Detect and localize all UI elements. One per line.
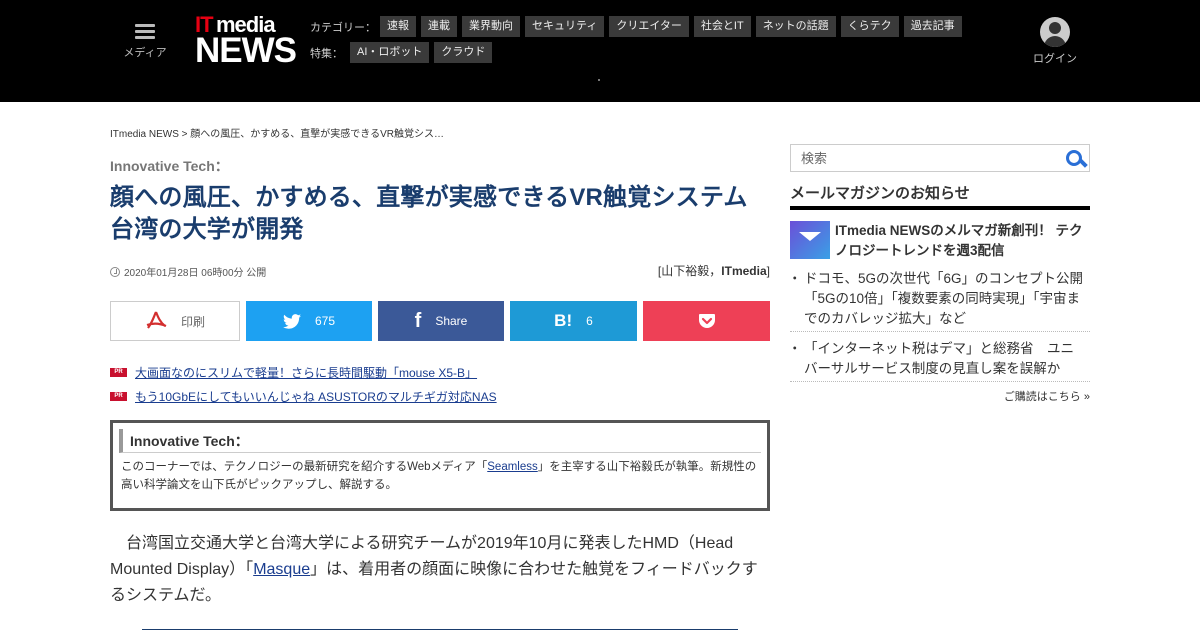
list-item[interactable]: 「インターネット税はデマ」と総務省 ユニバーサルサービス制度の見直し案を誤解か — [788, 337, 1090, 382]
nav-tag-society[interactable]: 社会とIT — [693, 16, 751, 37]
print-button[interactable]: 印刷 — [110, 301, 240, 341]
pdf-icon — [146, 311, 167, 329]
hatena-bookmark-icon: B! — [554, 311, 573, 330]
search-icon[interactable] — [1061, 145, 1087, 171]
pocket-icon — [698, 314, 715, 328]
newsletter-heading: メールマガジンのお知らせ — [790, 182, 1090, 210]
category-label: カテゴリー： — [310, 20, 376, 34]
header-dot — [598, 79, 600, 81]
clock-icon — [110, 266, 120, 277]
nav-tag-rensai[interactable]: 連載 — [421, 16, 457, 37]
series-label[interactable]: Innovative Tech： — [110, 156, 229, 176]
search-input[interactable] — [791, 145, 1061, 171]
corner-heading: Innovative Tech： — [119, 429, 761, 453]
pr-item: PR 大画面なのにスリムで軽量！さらに長時間駆動「mouse X5-B」 — [110, 360, 497, 384]
article-title: 顔への風圧、かすめる、直撃が実感できるVR触覚システム 台湾の大学が開発 — [110, 184, 772, 243]
hamburger-icon — [135, 22, 155, 40]
pr-badge: PR — [110, 391, 127, 401]
feature-label: 特集： — [310, 46, 343, 60]
share-buttons: 印刷 675 f Share B! 6 — [110, 301, 770, 341]
list-item[interactable]: ドコモ、5Gの次世代「6G」のコンセプト公開 「5Gの10倍」「複数要素の同時実… — [788, 267, 1097, 332]
pocket-button[interactable] — [643, 301, 770, 341]
user-avatar-icon — [1040, 17, 1070, 47]
category-nav: カテゴリー： 速報 連載 業界動向 セキュリティ クリエイター 社会とIT ネッ… — [310, 16, 967, 37]
newsletter-news-list: ドコモ、5Gの次世代「6G」のコンセプト公開 「5Gの10倍」「複数要素の同時実… — [788, 267, 1097, 387]
nav-tag-industry[interactable]: 業界動向 — [462, 16, 520, 37]
feature-nav: 特集： AI・ロボット クラウド — [310, 42, 497, 63]
nav-tag-ai-robot[interactable]: AI・ロボット — [350, 42, 430, 63]
newsletter-feature-text: ITmedia NEWSのメルマガ新創刊！ テクノロジートレンドを週3配信 — [835, 223, 1083, 258]
newsletter-feature[interactable]: ITmedia NEWSのメルマガ新創刊！ テクノロジートレンドを週3配信 — [790, 221, 1090, 261]
nav-tag-kuratech[interactable]: くらテク — [840, 16, 899, 37]
publish-date: 2020年01月28日 06時00分 公開 — [110, 264, 266, 279]
twitter-icon — [282, 313, 301, 329]
pr-link-asustor[interactable]: もう10GbEにしてもいいんじゃね ASUSTORのマルチギガ対応NAS — [135, 388, 497, 405]
pr-links: PR 大画面なのにスリムで軽量！さらに長時間駆動「mouse X5-B」 PR … — [110, 360, 497, 408]
login-label: ログイン — [1033, 52, 1077, 65]
publish-date-text: 2020年01月28日 06時00分 公開 — [124, 268, 267, 279]
breadcrumb[interactable]: ITmedia NEWS > 顔への風圧、かすめる、直撃が実感できるVR触覚シス… — [110, 125, 444, 140]
pr-badge: PR — [110, 367, 127, 377]
subscribe-link[interactable]: ご購読はこちら » — [1004, 388, 1090, 404]
search-box — [790, 144, 1090, 172]
menu-button[interactable]: メディア — [120, 22, 170, 60]
nav-tag-sokuho[interactable]: 速報 — [380, 16, 416, 37]
corner-text: このコーナーでは、テクノロジーの最新研究を紹介するWebメディア「Seamles… — [121, 461, 757, 491]
nav-tag-creator[interactable]: クリエイター — [609, 16, 689, 37]
hatena-bookmark-button[interactable]: B! 6 — [510, 301, 637, 341]
twitter-share-button[interactable]: 675 — [246, 301, 372, 341]
pr-item: PR もう10GbEにしてもいいんじゃね ASUSTORのマルチギガ対応NAS — [110, 384, 497, 408]
menu-label: メディア — [123, 46, 167, 59]
hatena-count: 6 — [586, 314, 593, 328]
site-header: メディア IT media NEWS カテゴリー： 速報 連載 業界動向 セキュ… — [0, 0, 1200, 102]
twitter-count: 675 — [314, 314, 336, 328]
nav-tag-security[interactable]: セキュリティ — [525, 16, 605, 37]
author-name: 山下裕毅 — [661, 264, 710, 278]
corner-intro-box: Innovative Tech： このコーナーでは、テクノロジーの最新研究を紹介… — [110, 420, 770, 511]
nav-tag-archive[interactable]: 過去記事 — [903, 16, 962, 37]
mail-icon — [790, 221, 830, 259]
login-button[interactable]: ログイン — [1030, 17, 1080, 66]
print-label: 印刷 — [180, 314, 205, 329]
article-body-paragraph: 台湾国立交通大学と台湾大学による研究チームが2019年10月に発表したHMD（H… — [110, 535, 758, 604]
facebook-icon: f — [414, 309, 422, 332]
nav-tag-net-topics[interactable]: ネットの話題 — [755, 16, 836, 37]
nav-tag-cloud[interactable]: クラウド — [434, 42, 493, 63]
author-org: ITmedia — [721, 264, 767, 278]
facebook-label: Share — [435, 314, 468, 328]
author-byline: [山下裕毅，ITmedia] — [657, 264, 770, 278]
itmedia-news-logo[interactable]: IT media NEWS — [195, 12, 297, 72]
masque-link[interactable]: Masque — [253, 561, 310, 578]
seamless-link[interactable]: Seamless — [487, 461, 538, 473]
pr-link-mouse[interactable]: 大画面なのにスリムで軽量！さらに長時間駆動「mouse X5-B」 — [135, 364, 477, 381]
facebook-share-button[interactable]: f Share — [378, 301, 504, 341]
